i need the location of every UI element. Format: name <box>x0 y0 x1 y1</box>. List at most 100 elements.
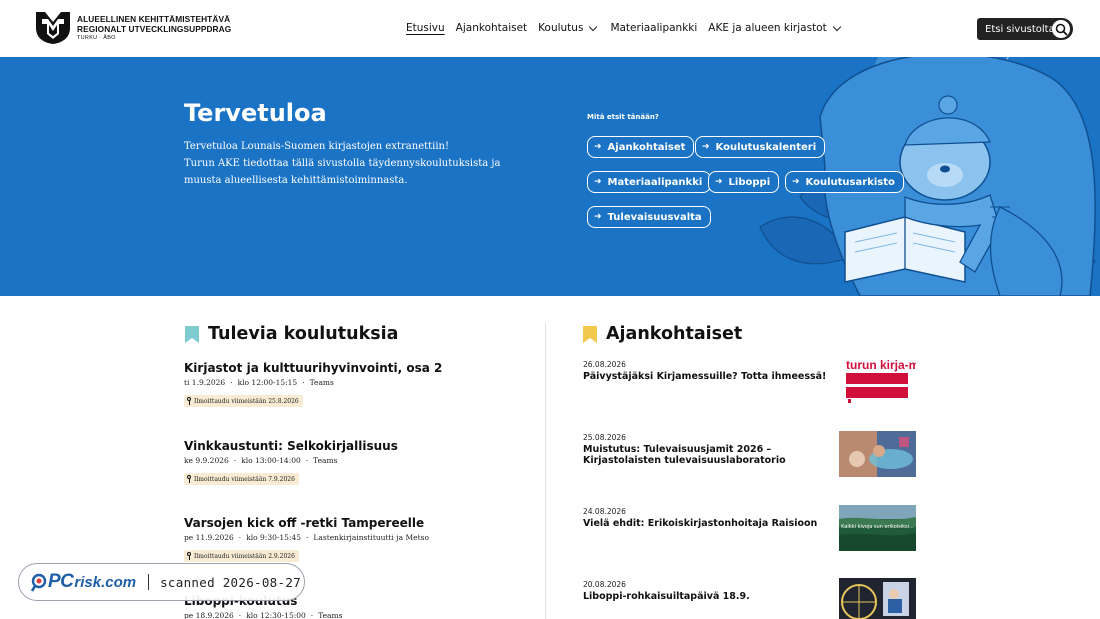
news-item: 25.08.2026 Muistutus: Tulevaisuusjamit 2… <box>583 433 833 466</box>
nav-item-ake-ja-alueen-kirjastot[interactable]: AKE ja alueen kirjastot <box>708 22 841 34</box>
arrow-right-icon: ➜ <box>715 177 723 187</box>
tulevaisuusjamit-photo <box>839 431 916 477</box>
quick-link-label: Ajankohtaiset <box>607 141 686 153</box>
news-title-link[interactable]: Päivystäjäksi Kirjamessuille? Totta ihme… <box>583 371 833 382</box>
raisio-aerial-photo: Kaikki kivoja sun erikoisiksi... <box>839 505 916 551</box>
course-place: Lastenkirjainstituutti ja Metso <box>313 533 429 542</box>
main-nav: Etusivu Ajankohtaiset Koulutus Materiaal… <box>406 22 841 34</box>
hero-intro: Tervetuloa Lounais-Suomen kirjastojen ex… <box>184 139 514 189</box>
registration-deadline-badge: Ilmoittaudu viimeistään 25.8.2026 <box>184 395 303 407</box>
course-time: klo 12:30-15:00 <box>246 611 306 619</box>
quick-link-label: Liboppi <box>728 176 771 188</box>
news-item: 24.08.2026 Vielä ehdit: Erikoiskirjaston… <box>583 507 833 529</box>
course-title-link[interactable]: Kirjastot ja kulttuurihyvinvointi, osa 2 <box>184 361 442 375</box>
logo-text[interactable]: ALUEELLINEN KEHITTÄMISTEHTÄVÄ REGIONALT … <box>77 14 232 42</box>
course-date: pe 11.9.2026 <box>184 533 234 542</box>
nav-item-ajankohtaiset[interactable]: Ajankohtaiset <box>456 22 528 34</box>
news-section-title: Ajankohtaiset <box>606 324 743 344</box>
course-place: Teams <box>309 378 334 387</box>
nav-item-etusivu[interactable]: Etusivu <box>406 22 445 34</box>
logo-line-3: TURKU · ÅBO <box>77 35 116 41</box>
course-item: Kirjastot ja kulttuurihyvinvointi, osa 2… <box>184 361 442 409</box>
course-item: Vinkkaustunti: Selkokirjallisuus ke 9.9.… <box>184 439 398 487</box>
reading-bear-illustration <box>759 57 1096 296</box>
chevron-down-icon <box>832 22 841 31</box>
courses-section-heading: Tulevia koulutuksia <box>185 324 398 344</box>
news-item: 20.08.2026 Liboppi-rohkaisuiltapäivä 18.… <box>583 580 833 602</box>
quick-link-label: Koulutusarkisto <box>805 176 895 188</box>
course-item: Varsojen kick off -retki Tampereelle pe … <box>184 516 429 564</box>
course-title-link[interactable]: Vinkkaustunti: Selkokirjallisuus <box>184 439 398 453</box>
arrow-right-icon: ➜ <box>792 177 800 187</box>
thumb-text: Kaikki kivoja sun erikoisiksi... <box>841 524 914 530</box>
pin-icon <box>187 552 191 560</box>
quick-link-ajankohtaiset[interactable]: ➜ Ajankohtaiset <box>587 136 695 158</box>
quick-link-koulutusarkisto[interactable]: ➜ Koulutusarkisto <box>785 171 904 193</box>
pin-icon <box>187 397 191 405</box>
hero-intro-line-2: Turun AKE tiedottaa tällä sivustolla täy… <box>184 157 501 186</box>
hero-intro-line-1: Tervetuloa Lounais-Suomen kirjastojen ex… <box>184 141 449 152</box>
news-thumbnail-tulevaisuusjamit[interactable] <box>839 431 916 477</box>
arrow-right-icon: ➜ <box>594 177 602 187</box>
course-date: ke 9.9.2026 <box>184 456 229 465</box>
thumb-text: turun kirja-messut <box>846 358 916 372</box>
news-date: 26.08.2026 <box>583 360 626 369</box>
course-meta: ke 9.9.2026 · klo 13:00-14:00 · Teams <box>184 456 338 465</box>
registration-deadline-badge: Ilmoittaudu viimeistään 2.9.2026 <box>184 550 299 562</box>
liboppi-photo <box>839 578 916 619</box>
search-icon <box>1052 20 1070 38</box>
quick-link-liboppi[interactable]: ➜ Liboppi <box>708 171 780 193</box>
nav-label: Ajankohtaiset <box>455 22 528 34</box>
arrow-right-icon: ➜ <box>594 212 602 222</box>
course-title-link[interactable]: Varsojen kick off -retki Tampereelle <box>184 516 429 530</box>
news-date: 25.08.2026 <box>583 433 626 442</box>
site-search-button[interactable]: Etsi sivustolta <box>977 18 1073 40</box>
pin-icon <box>187 475 191 483</box>
course-time: klo 13:00-14:00 <box>241 456 301 465</box>
news-thumbnail-liboppi[interactable] <box>839 578 916 619</box>
course-meta: pe 18.9.2026 · klo 12:30-15:00 · Teams <box>184 611 343 619</box>
search-label: Etsi sivustolta <box>985 23 1055 35</box>
news-thumbnail-raisio[interactable]: Kaikki kivoja sun erikoisiksi... <box>839 505 916 551</box>
hero-title: Tervetuloa <box>184 99 327 127</box>
scan-watermark: PC risk.com scanned 2026-08-27 <box>18 563 305 601</box>
news-item: 26.08.2026 Päivystäjäksi Kirjamessuille?… <box>583 360 833 382</box>
news-title-link[interactable]: Vielä ehdit: Erikoiskirjastonhoitaja Rai… <box>583 518 833 529</box>
quick-link-materiaalipankki[interactable]: ➜ Materiaalipankki <box>587 171 712 193</box>
hero-banner: Tervetuloa Tervetuloa Lounais-Suomen kir… <box>0 57 1100 296</box>
watermark-brand-pc: PC <box>48 571 74 592</box>
nav-label: AKE ja alueen kirjastot <box>708 22 827 34</box>
course-date: ti 1.9.2026 <box>184 378 226 387</box>
quick-links-heading: Mitä etsit tänään? <box>587 113 659 121</box>
quick-link-tulevaisuusvalta[interactable]: ➜ Tulevaisuusvalta <box>587 206 711 228</box>
news-title-link[interactable]: Liboppi-rohkaisuiltapäivä 18.9. <box>583 591 833 602</box>
news-thumbnail-kirjamessut[interactable]: turun kirja-messut <box>839 357 916 403</box>
course-meta: pe 11.9.2026 · klo 9:30-15:45 · Lastenkirjai… <box>184 533 429 542</box>
course-time: klo 9:30-15:45 <box>246 533 302 542</box>
site-header: ALUEELLINEN KEHITTÄMISTEHTÄVÄ REGIONALT … <box>0 0 1100 57</box>
nav-label: Etusivu <box>406 22 445 34</box>
quick-link-label: Materiaalipankki <box>607 176 703 188</box>
watermark-brand-risk: risk.com <box>74 573 137 591</box>
nav-item-materiaalipankki[interactable]: Materiaalipankki <box>610 22 697 34</box>
quick-link-koulutuskalenteri[interactable]: ➜ Koulutuskalenteri <box>695 136 826 158</box>
arrow-right-icon: ➜ <box>594 142 602 152</box>
watermark-separator <box>148 574 150 590</box>
news-title-link[interactable]: Muistutus: Tulevaisuusjamit 2026 – Kirja… <box>583 444 833 466</box>
courses-section-title: Tulevia koulutuksia <box>208 324 399 344</box>
ake-logo-icon[interactable] <box>36 12 70 44</box>
magnifier-logo-icon <box>31 573 47 592</box>
news-date: 20.08.2026 <box>583 580 626 589</box>
watermark-scan-date: scanned 2026-08-27 <box>160 574 301 590</box>
course-place: Teams <box>313 456 338 465</box>
registration-deadline-text: Ilmoittaudu viimeistään 7.9.2026 <box>194 475 295 483</box>
logo-line-2: REGIONALT UTVECKLINGSUPPDRAG <box>77 23 232 34</box>
registration-deadline-text: Ilmoittaudu viimeistään 25.8.2026 <box>194 397 299 405</box>
pcrisk-logo: PC risk.com <box>31 571 136 593</box>
kirjamessut-logo-image: turun kirja-messut <box>839 357 916 403</box>
quick-link-label: Tulevaisuusvalta <box>607 211 702 223</box>
course-date: pe 18.9.2026 <box>184 611 234 619</box>
bookmark-flag-icon <box>583 325 597 343</box>
nav-item-koulutus[interactable]: Koulutus <box>538 22 598 34</box>
nav-label: Materiaalipankki <box>610 22 698 34</box>
